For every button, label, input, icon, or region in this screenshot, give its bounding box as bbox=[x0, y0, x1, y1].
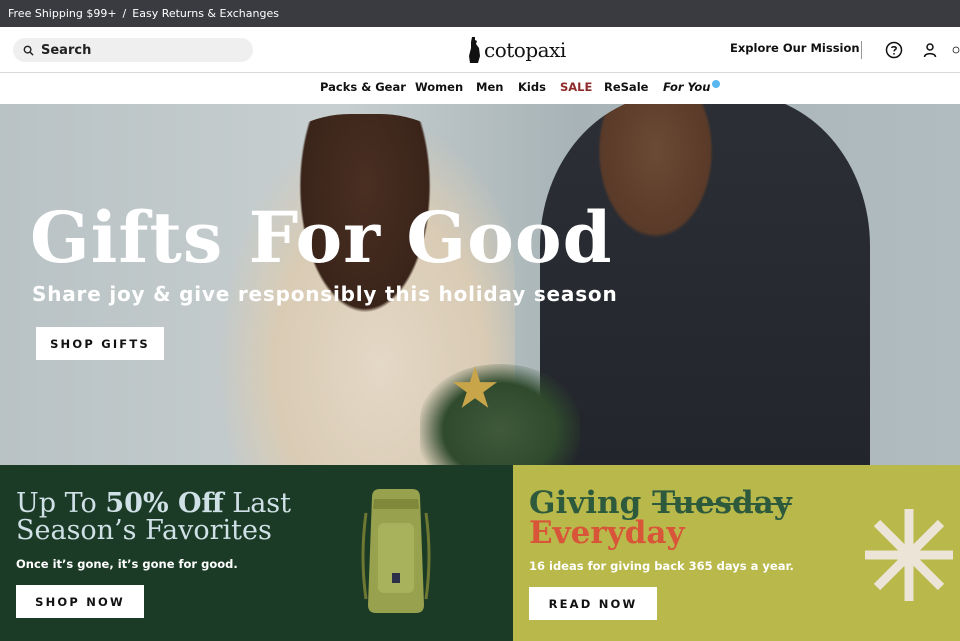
for-you-notification-dot bbox=[712, 80, 720, 88]
shop-now-button[interactable]: SHOP NOW bbox=[16, 585, 144, 618]
hero-image-tree bbox=[420, 364, 580, 465]
giving-copy: 16 ideas for giving back 365 days a year… bbox=[529, 559, 794, 573]
free-shipping-text[interactable]: Free Shipping $99+ bbox=[8, 7, 117, 20]
hero-banner[interactable]: Gifts For Good Share joy & give responsi… bbox=[0, 104, 960, 465]
hero-subtitle: Share joy & give responsibly this holida… bbox=[32, 282, 618, 306]
search-input[interactable]: Search bbox=[41, 43, 91, 58]
nav-item-resale[interactable]: ReSale bbox=[604, 80, 648, 94]
nav-item-for-you[interactable]: For You bbox=[663, 80, 710, 94]
shop-gifts-button[interactable]: SHOP GIFTS bbox=[36, 327, 164, 360]
help-icon[interactable] bbox=[884, 40, 904, 60]
search-bar[interactable]: Search bbox=[13, 38, 253, 62]
backpack-image bbox=[361, 489, 431, 613]
site-logo[interactable]: cotopaxi bbox=[466, 35, 566, 65]
llama-logo-icon bbox=[469, 37, 480, 63]
hero-title: Gifts For Good bbox=[30, 196, 613, 279]
announcement-separator: / bbox=[122, 7, 127, 20]
giving-tuesday-card[interactable]: Giving Tuesday Everyday 16 ideas for giv… bbox=[513, 465, 960, 641]
nav-item-kids[interactable]: Kids bbox=[518, 80, 546, 94]
read-now-button[interactable]: READ NOW bbox=[529, 587, 657, 620]
nav-item-packs-gear[interactable]: Packs & Gear bbox=[320, 80, 406, 94]
nav-item-sale[interactable]: SALE bbox=[560, 80, 592, 94]
sale-promo-card[interactable]: Up To 50% Off Last Season’s Favorites On… bbox=[0, 465, 513, 641]
asterisk-graphic-icon bbox=[865, 509, 953, 601]
logo-text: cotopaxi bbox=[484, 38, 566, 62]
site-header: Search cotopaxi Explore Our Mission bbox=[0, 27, 960, 73]
search-icon bbox=[23, 41, 34, 60]
account-icon[interactable] bbox=[920, 40, 940, 60]
sale-promo-copy: Once it’s gone, it’s gone for good. bbox=[16, 557, 238, 571]
header-divider bbox=[861, 41, 862, 59]
cart-icon[interactable] bbox=[952, 40, 960, 60]
announcement-bar: Free Shipping $99+ / Easy Returns & Exch… bbox=[0, 0, 960, 27]
sale-promo-title: Up To 50% Off Last Season’s Favorites bbox=[16, 490, 346, 544]
nav-item-women[interactable]: Women bbox=[415, 80, 463, 94]
easy-returns-text[interactable]: Easy Returns & Exchanges bbox=[132, 7, 279, 20]
explore-mission-link[interactable]: Explore Our Mission bbox=[730, 41, 860, 55]
everyday-word: Everyday bbox=[529, 515, 685, 551]
nav-item-men[interactable]: Men bbox=[476, 80, 503, 94]
